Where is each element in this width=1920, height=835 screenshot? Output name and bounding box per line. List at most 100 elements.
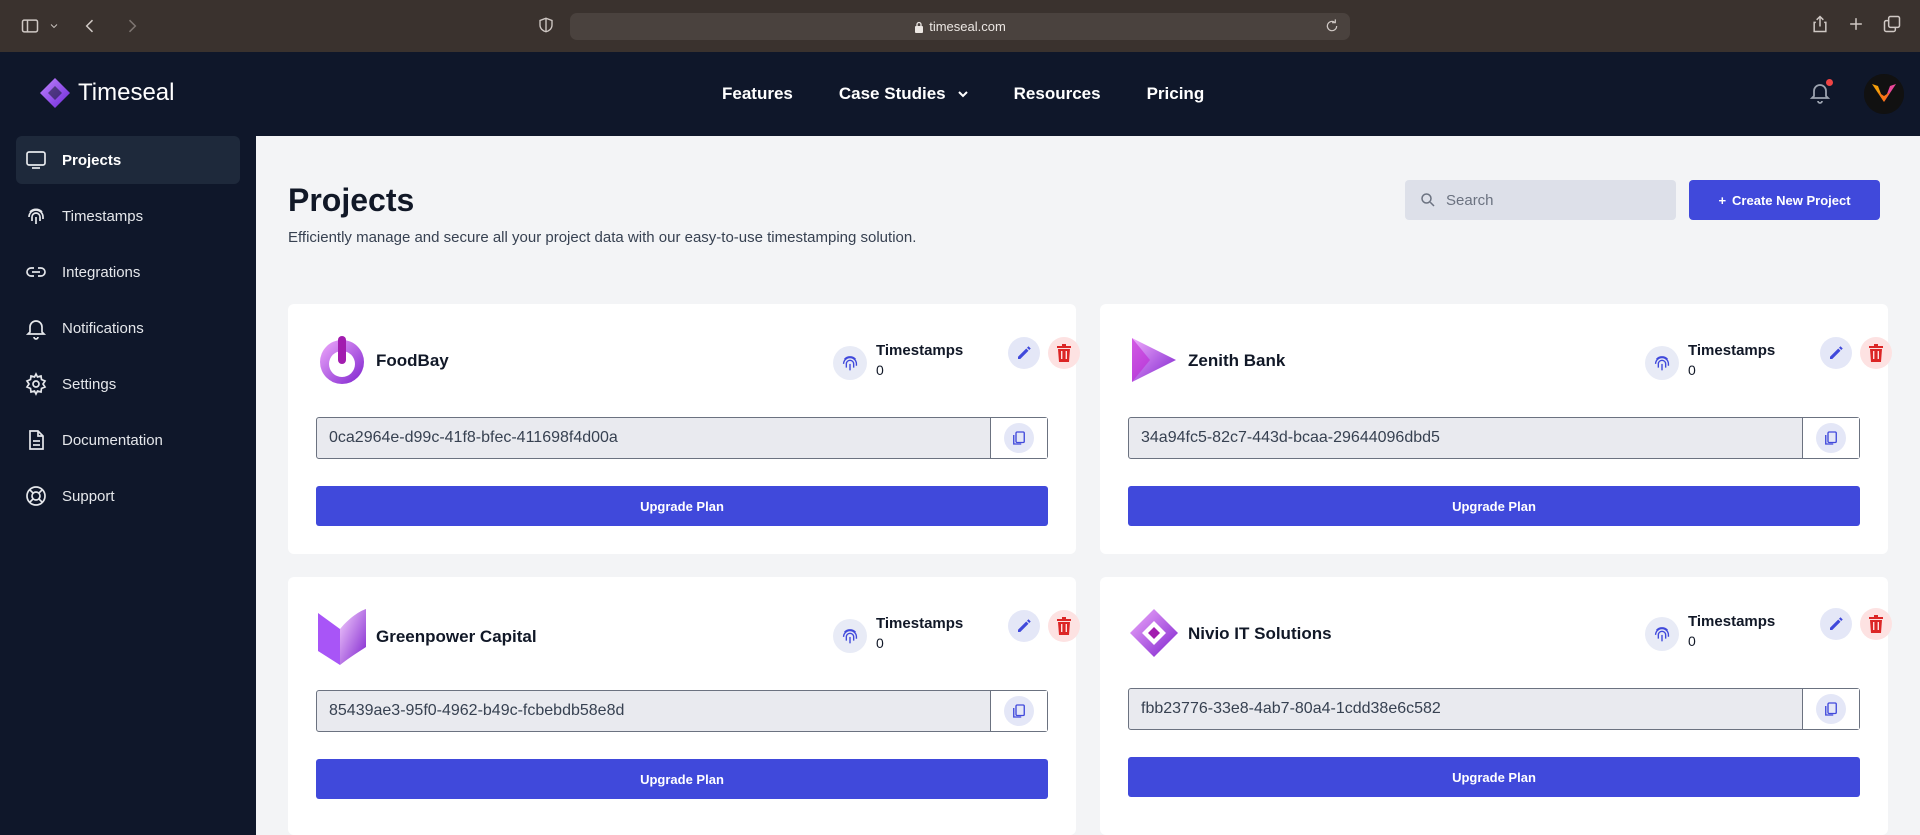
fingerprint-icon: [1645, 346, 1679, 380]
project-name: FoodBay: [376, 351, 449, 370]
nav-pricing[interactable]: Pricing: [1147, 84, 1205, 104]
delete-button[interactable]: [1048, 337, 1080, 369]
new-tab-icon[interactable]: [1846, 14, 1866, 39]
create-new-project-button[interactable]: + Create New Project: [1689, 180, 1880, 220]
copy-icon: [1816, 423, 1846, 453]
search-box[interactable]: [1405, 180, 1676, 220]
link-icon: [26, 267, 46, 277]
trash-icon: [1869, 344, 1883, 362]
project-key-value[interactable]: 0ca2964e-d99c-41f8-bfec-411698f4d00a: [317, 418, 991, 458]
user-avatar[interactable]: [1864, 74, 1904, 114]
fingerprint-icon: [1645, 617, 1679, 651]
pencil-icon: [1018, 346, 1031, 359]
project-key-value[interactable]: fbb23776-33e8-4ab7-80a4-1cdd38e6c582: [1129, 689, 1803, 729]
pencil-icon: [1830, 346, 1843, 359]
delete-button[interactable]: [1860, 337, 1892, 369]
tab-overview-icon[interactable]: [1882, 14, 1902, 39]
nav-label: Pricing: [1146, 84, 1205, 103]
back-icon[interactable]: [78, 14, 102, 38]
copy-icon: [1816, 694, 1846, 724]
forward-icon[interactable]: [120, 14, 144, 38]
timestamps-count: 0: [876, 635, 884, 651]
privacy-shield-icon[interactable]: [537, 16, 557, 36]
browser-toolbar: timeseal.com: [0, 0, 1920, 52]
nav-case-studies[interactable]: Case Studies: [839, 84, 968, 104]
sidebar-item-documentation[interactable]: Documentation: [16, 416, 240, 464]
address-bar[interactable]: timeseal.com: [570, 13, 1350, 40]
delete-button[interactable]: [1048, 610, 1080, 642]
upgrade-plan-button[interactable]: Upgrade Plan: [1128, 757, 1860, 797]
project-name: Greenpower Capital: [376, 627, 537, 646]
main-nav: Features Case Studies Resources Pricing: [722, 52, 1204, 136]
search-input[interactable]: [1446, 191, 1666, 209]
timestamps-count: 0: [1688, 362, 1696, 378]
project-key-field[interactable]: 85439ae3-95f0-4962-b49c-fcbebdb58e8d: [316, 690, 1048, 732]
browser-right-controls: [1810, 0, 1902, 52]
lock-icon: [914, 21, 924, 33]
upgrade-plan-button[interactable]: Upgrade Plan: [316, 486, 1048, 526]
share-icon[interactable]: [1810, 14, 1830, 39]
project-card: Zenith Bank Timestamps 0 34a94fc5-82c7-4…: [1100, 304, 1892, 554]
plus-icon: +: [1718, 192, 1727, 208]
edit-button[interactable]: [1008, 337, 1040, 369]
fingerprint-icon: [833, 346, 867, 380]
browser-left-controls: [18, 0, 144, 52]
sidebar-item-notifications[interactable]: Notifications: [16, 304, 240, 352]
upgrade-plan-button[interactable]: Upgrade Plan: [1128, 486, 1860, 526]
project-key-field[interactable]: 0ca2964e-d99c-41f8-bfec-411698f4d00a: [316, 417, 1048, 459]
copy-button[interactable]: [991, 691, 1047, 731]
copy-button[interactable]: [1803, 689, 1859, 729]
document-icon: [29, 430, 44, 450]
timestamps-count: 0: [1688, 633, 1696, 649]
reload-icon[interactable]: [1324, 18, 1340, 34]
project-key-field[interactable]: 34a94fc5-82c7-443d-bcaa-29644096dbd5: [1128, 417, 1860, 459]
sidebar-item-integrations[interactable]: Integrations: [16, 248, 240, 296]
sidebar-item-support[interactable]: Support: [16, 472, 240, 520]
notifications-bell-icon[interactable]: [1808, 78, 1834, 106]
timeseal-logo-icon: [40, 78, 70, 108]
chevron-down-icon[interactable]: [48, 14, 60, 38]
copy-icon: [1004, 696, 1034, 726]
brand-logo[interactable]: Timeseal: [38, 76, 174, 110]
edit-button[interactable]: [1820, 608, 1852, 640]
project-name: Nivio IT Solutions: [1188, 624, 1332, 643]
gear-icon: [25, 372, 47, 396]
nav-label: Resources: [1013, 84, 1101, 103]
pencil-icon: [1018, 619, 1031, 632]
sidebar-item-projects[interactable]: Projects: [16, 136, 240, 184]
url-text: timeseal.com: [929, 19, 1006, 34]
project-logo-icon: [1130, 609, 1178, 657]
sidebar-item-timestamps[interactable]: Timestamps: [16, 192, 240, 240]
sidebar: Projects Timestamps Integrations Notific…: [0, 136, 256, 835]
sidebar-item-label: Settings: [62, 375, 117, 393]
project-key-field[interactable]: fbb23776-33e8-4ab7-80a4-1cdd38e6c582: [1128, 688, 1860, 730]
edit-button[interactable]: [1820, 337, 1852, 369]
sidebar-item-label: Integrations: [62, 263, 141, 281]
sidebar-item-label: Support: [62, 487, 115, 505]
trash-icon: [1057, 344, 1071, 362]
copy-icon: [1004, 423, 1034, 453]
project-key-value[interactable]: 85439ae3-95f0-4962-b49c-fcbebdb58e8d: [317, 691, 991, 731]
upgrade-plan-button[interactable]: Upgrade Plan: [316, 759, 1048, 799]
lifebuoy-icon: [26, 486, 46, 506]
nav-features[interactable]: Features: [722, 84, 793, 104]
chevron-down-icon: [957, 84, 968, 104]
project-key-value[interactable]: 34a94fc5-82c7-443d-bcaa-29644096dbd5: [1129, 418, 1803, 458]
monitor-icon: [26, 151, 46, 169]
sidebar-toggle-icon[interactable]: [18, 14, 42, 38]
copy-button[interactable]: [991, 418, 1047, 458]
notification-dot: [1825, 78, 1834, 87]
timestamps-count: 0: [876, 362, 884, 378]
sidebar-item-settings[interactable]: Settings: [16, 360, 240, 408]
app-header: Timeseal Features Case Studies Resources…: [0, 52, 1920, 136]
delete-button[interactable]: [1860, 608, 1892, 640]
sidebar-item-label: Documentation: [62, 431, 163, 449]
nav-resources[interactable]: Resources: [1014, 84, 1101, 104]
copy-button[interactable]: [1803, 418, 1859, 458]
nav-label: Features: [722, 84, 793, 103]
sidebar-item-label: Projects: [62, 151, 122, 169]
page-title: Projects: [288, 182, 415, 218]
edit-button[interactable]: [1008, 610, 1040, 642]
project-card: FoodBay Timestamps 0 0ca2964e-d99c-41f8-…: [288, 304, 1080, 554]
bell-icon: [25, 320, 47, 340]
